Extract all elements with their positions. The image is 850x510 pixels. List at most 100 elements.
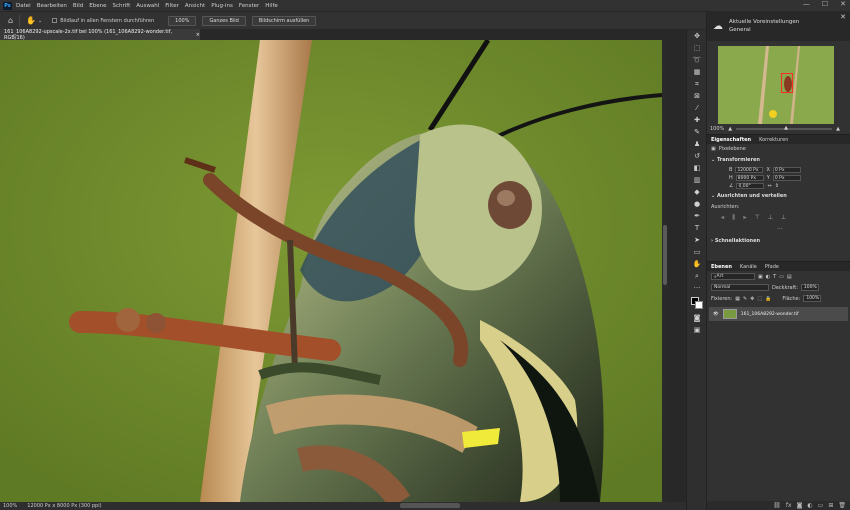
brush-icon[interactable]: ✎ [687,126,707,138]
dodge-icon[interactable]: ● [687,198,707,210]
width-field[interactable]: 12000 Px [735,167,764,173]
filter-adjust-icon[interactable]: ◐ [766,274,770,280]
menu-plugins[interactable]: Plug-ins [211,3,233,9]
more-align-icon[interactable]: ··· [707,224,850,235]
fill-field[interactable]: 100% [803,295,822,302]
color-swatches-icon[interactable] [687,294,707,312]
mask-icon[interactable]: ◙ [797,502,803,509]
scroll-thumb[interactable] [663,225,667,285]
align-center-icon[interactable]: ⫼ [732,214,735,222]
layer-name[interactable]: 161_106A8292-wonder.tif [741,312,799,317]
tab-kanaele[interactable]: Kanäle [740,264,757,270]
maximize-icon[interactable]: ☐ [822,0,828,8]
trash-icon[interactable]: 🗑 [838,502,846,509]
menu-auswahl[interactable]: Auswahl [136,3,159,9]
more-tools-icon[interactable]: ··· [687,282,707,294]
menu-schrift[interactable]: Schrift [112,3,130,9]
blend-mode-select[interactable]: Normal [711,284,769,291]
lock-paint-icon[interactable]: ✎ [743,296,747,302]
menu-bearbeiten[interactable]: Bearbeiten [37,3,67,9]
zoom-out-icon[interactable]: ▲ [728,126,732,132]
tab-ebenen[interactable]: Ebenen [711,264,732,270]
navigator-zoom[interactable]: 100% [710,126,724,132]
lock-position-icon[interactable]: ✥ [750,296,754,302]
flip-vertical-icon[interactable]: ⇕ [775,183,779,189]
vertical-scrollbar[interactable] [662,40,668,502]
filter-pixel-icon[interactable]: ▣ [758,274,763,280]
opacity-field[interactable]: 100% [800,284,819,291]
navigator-view-box[interactable] [781,73,793,93]
image-canvas[interactable] [0,40,662,502]
align-top-icon[interactable]: ⊤ [755,214,760,222]
y-field[interactable]: 0 Px [772,175,801,181]
angle-field[interactable]: 0,00° [736,183,765,189]
new-layer-icon[interactable]: ⊞ [828,502,833,509]
scroll-all-option[interactable]: Bildlauf in allen Fenstern durchführen [52,18,154,24]
scroll-all-checkbox[interactable] [52,18,58,23]
x-field[interactable]: 0 Px [772,167,801,173]
horizontal-scroll-thumb[interactable] [400,503,460,508]
menu-fenster[interactable]: Fenster [239,3,259,9]
healing-icon[interactable]: ✚ [687,114,707,126]
gradient-icon[interactable]: ▥ [687,174,707,186]
fit-screen-button[interactable]: Ganzes Bild [202,15,246,26]
quick-actions-section[interactable]: › Schnellaktionen [707,235,850,247]
layer-kind-filter[interactable]: ⌕ Art [711,273,755,280]
transform-section[interactable]: ⌄ Transformieren [707,154,850,166]
eyedropper-icon[interactable]: ⁄ [687,102,707,114]
eye-icon[interactable]: 👁 [713,312,719,317]
zoom-icon[interactable]: ⌕ [687,270,707,282]
move-icon[interactable]: ✥ [687,30,707,42]
adjustment-icon[interactable]: ◐ [807,502,812,509]
hand-tool-icon[interactable]: ✋ [687,258,707,270]
align-right-icon[interactable]: ⫸ [743,214,746,222]
lock-pixels-icon[interactable]: ▦ [735,296,740,302]
artboard-icon[interactable]: ⬚ [687,42,707,54]
zoom-in-icon[interactable]: ▲ [836,126,840,132]
lock-all-icon[interactable]: 🔒 [765,296,771,302]
navigator-preview[interactable] [718,46,834,124]
menu-ebene[interactable]: Ebene [89,3,106,9]
zoom-100-button[interactable]: 100% [168,15,197,26]
chevron-down-icon[interactable]: ⌄ [38,18,42,24]
close-icon[interactable]: ✕ [840,13,846,21]
blur-icon[interactable]: ◆ [687,186,707,198]
object-select-icon[interactable]: ▦ [687,66,707,78]
link-icon[interactable]: ⛓ [773,502,781,509]
quick-mask-icon[interactable]: ◙ [687,312,707,324]
zoom-slider[interactable]: ▲ [736,125,833,131]
crop-icon[interactable]: ⌗ [687,78,707,90]
layer-item[interactable]: 👁 161_106A8292-wonder.tif [709,307,848,321]
lock-artboard-icon[interactable]: ⬚ [757,296,762,302]
menu-datei[interactable]: Datei [16,3,31,9]
filter-shape-icon[interactable]: ▭ [779,274,784,280]
hand-icon[interactable]: ✋ [26,16,36,25]
document-tab[interactable]: 161_106A8292-upscale-2x.tif bei 100% (16… [0,29,200,41]
tab-korrekturen[interactable]: Korrekturen [759,137,788,143]
document-info[interactable]: 12000 Px x 8000 Px (300 ppi) [27,503,101,509]
align-left-icon[interactable]: ⫷ [721,214,724,222]
path-select-icon[interactable]: ➤ [687,234,707,246]
group-icon[interactable]: ▭ [818,502,824,509]
align-section[interactable]: ⌄ Ausrichten und verteilen [707,190,850,202]
minimize-icon[interactable]: — [803,0,810,8]
rectangle-icon[interactable]: ▭ [687,246,707,258]
zoom-level[interactable]: 100% [3,503,17,509]
type-icon[interactable]: T [687,222,707,234]
history-brush-icon[interactable]: ↺ [687,150,707,162]
menu-ansicht[interactable]: Ansicht [185,3,205,9]
height-field[interactable]: 8000 Px [735,175,764,181]
filter-smart-icon[interactable]: ▤ [787,274,792,280]
slider-handle[interactable]: ▲ [784,125,788,131]
stamp-icon[interactable]: ♟ [687,138,707,150]
fill-screen-button[interactable]: Bildschirm ausfüllen [251,15,317,26]
screen-mode-icon[interactable]: ▣ [687,324,707,336]
eraser-icon[interactable]: ◧ [687,162,707,174]
fx-icon[interactable]: fx [786,502,792,509]
lasso-icon[interactable]: ➰ [687,54,707,66]
align-bottom-icon[interactable]: ⊥ [781,214,786,222]
tab-eigenschaften[interactable]: Eigenschaften [711,137,751,143]
tab-pfade[interactable]: Pfade [765,264,779,270]
menu-filter[interactable]: Filter [165,3,179,9]
close-window-icon[interactable]: ✕ [840,0,846,8]
